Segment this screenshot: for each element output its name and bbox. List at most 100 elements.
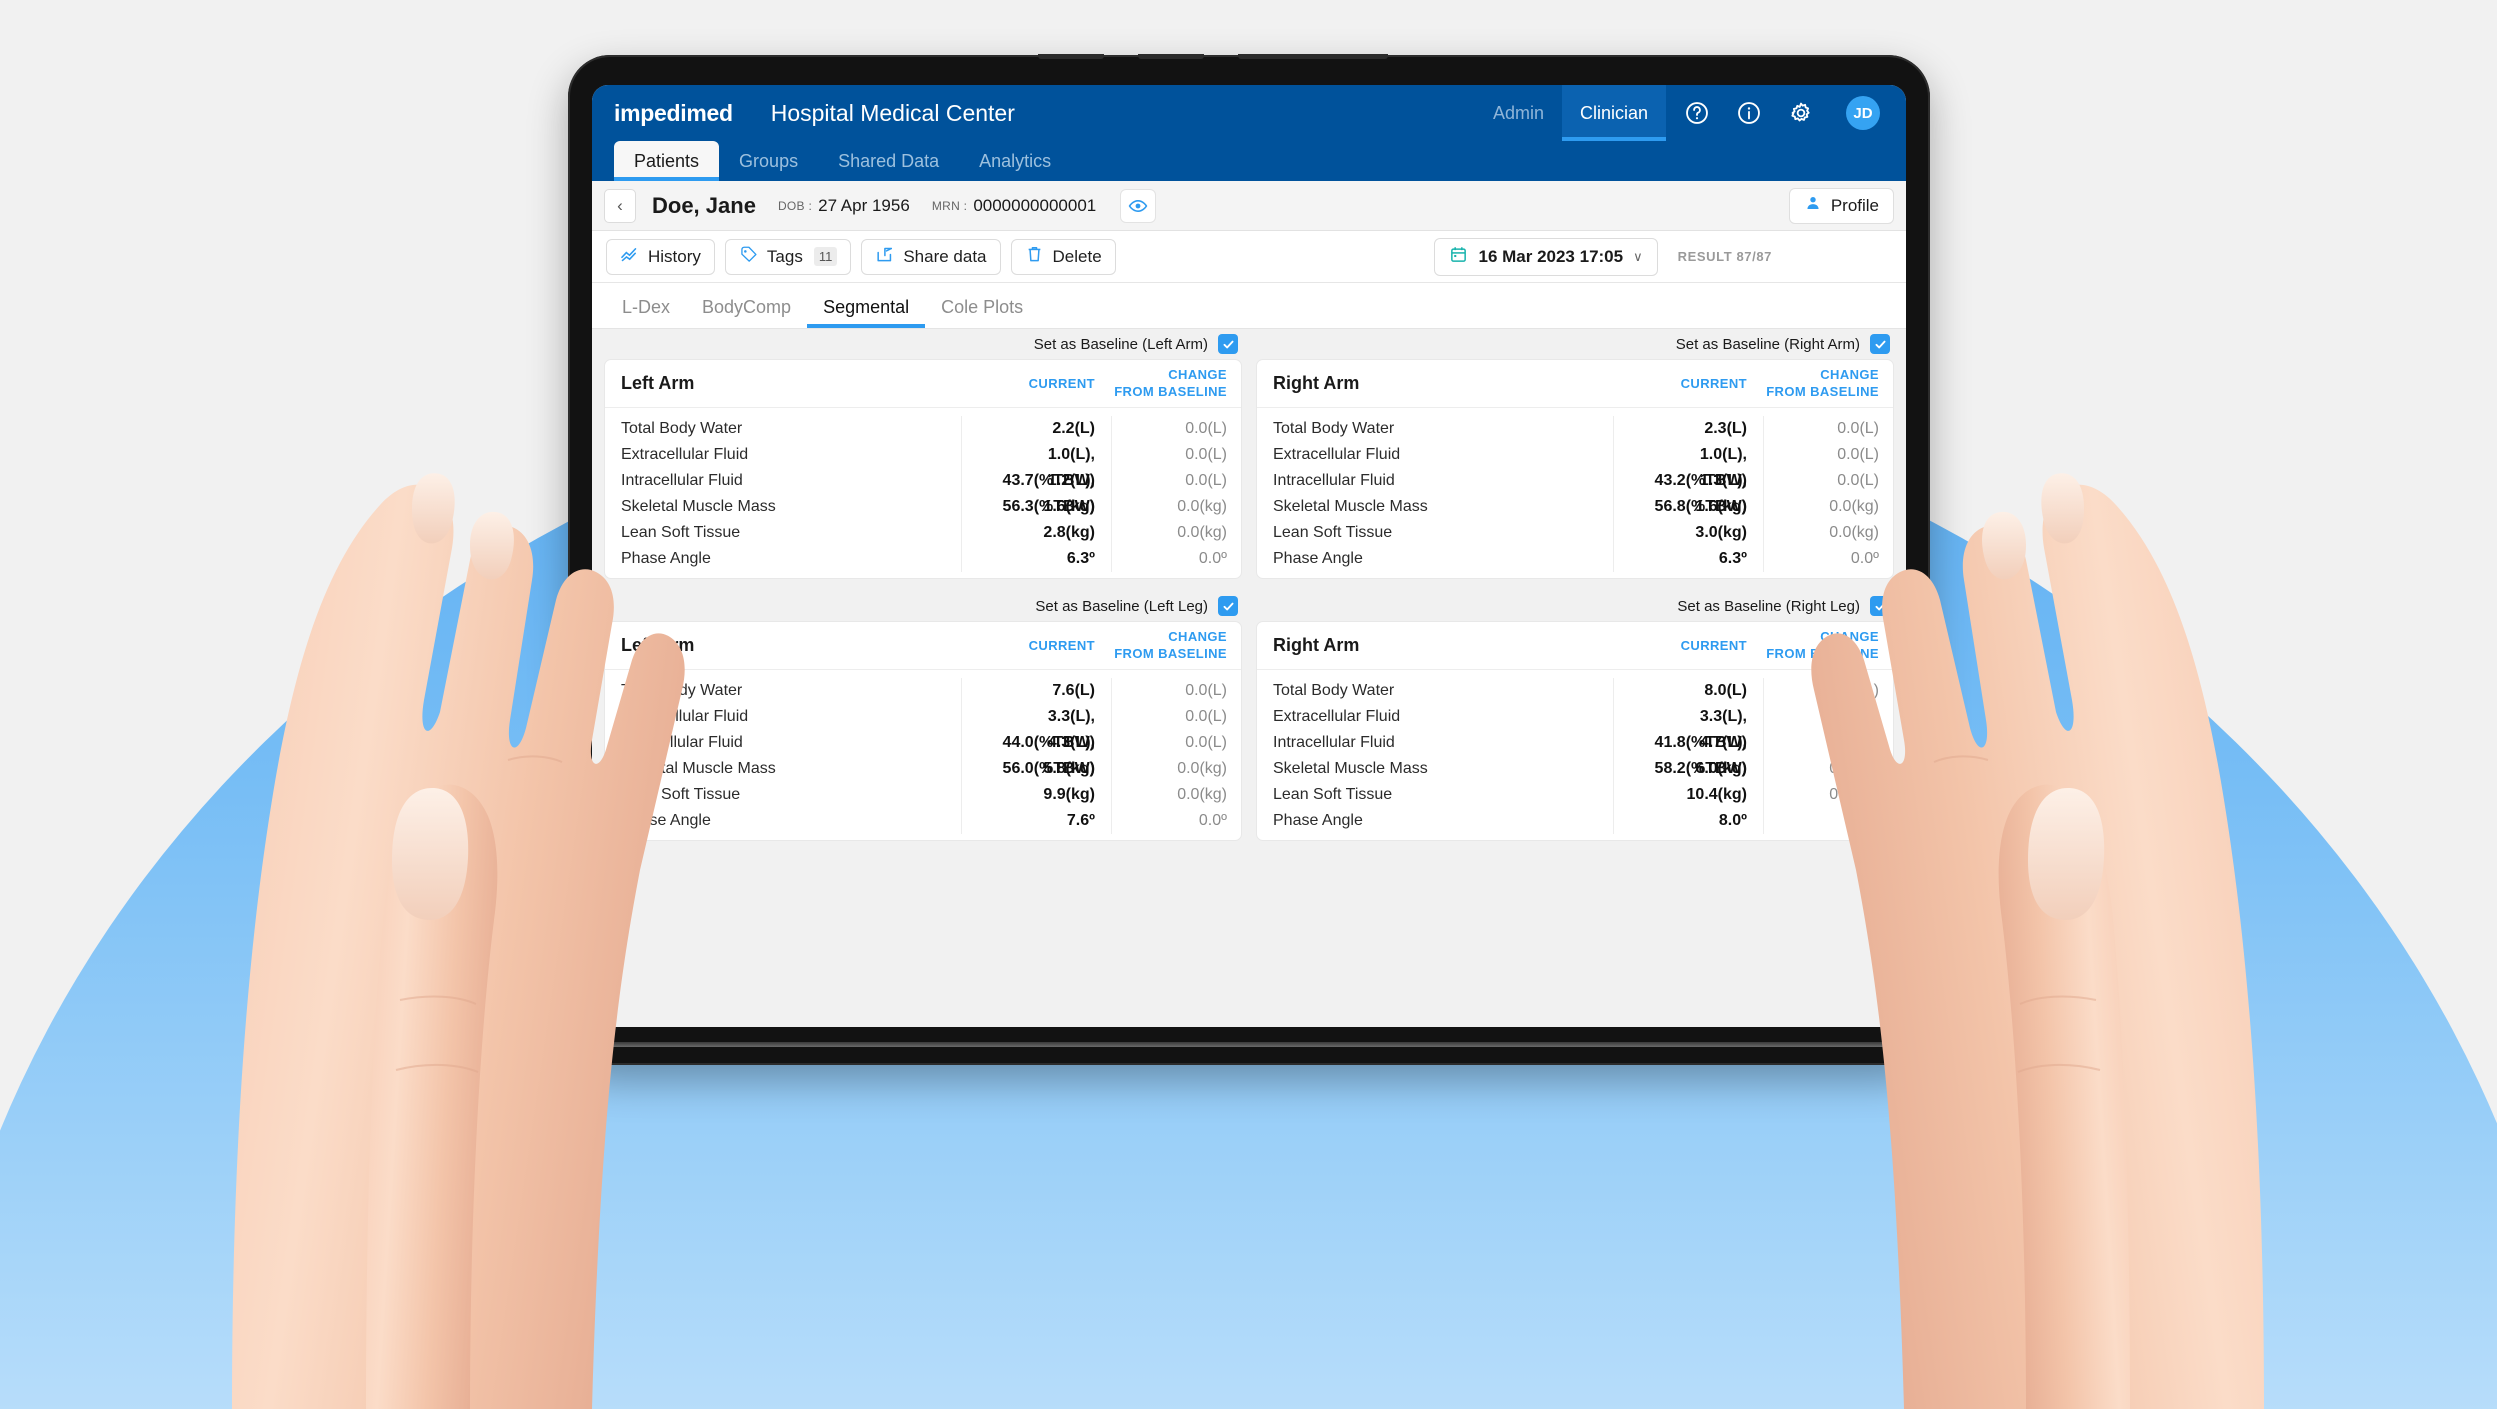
role-toggle-clinician[interactable]: Clinician <box>1561 85 1666 141</box>
info-circle-icon[interactable] <box>1728 92 1770 134</box>
share-data-button[interactable]: Share data <box>861 238 1001 275</box>
metric-change: 0.0(kg) <box>1763 520 1893 546</box>
dob-value: 27 Apr 1956 <box>818 195 910 215</box>
tab-patients[interactable]: Patients <box>614 141 720 181</box>
eye-icon[interactable] <box>1120 188 1157 223</box>
table-row: Skeletal Muscle Mass 5.8(kg) 0.0(kg) <box>605 756 1241 782</box>
tab-groups[interactable]: Groups <box>719 141 818 181</box>
column-header-change: CHANGE FROM BASELINE <box>1111 367 1241 400</box>
card-header: Right Arm CURRENT CHANGE FROM BASELINE <box>1257 622 1893 670</box>
metric-change: 0.0º <box>1763 546 1893 572</box>
metric-label: Skeletal Muscle Mass <box>1273 760 1428 777</box>
measurement-date-dropdown[interactable]: 16 Mar 2023 17:05 ∨ <box>1434 237 1658 276</box>
metric-change: 0.0º <box>1111 808 1241 834</box>
measurement-date-value: 16 Mar 2023 17:05 <box>1478 246 1624 266</box>
segment-card: Right Arm CURRENT CHANGE FROM BASELINE T… <box>1256 621 1894 841</box>
table-row: Phase Angle 8.0º 0.0º <box>1257 808 1893 834</box>
table-row: Lean Soft Tissue 10.4(kg) 0.0(kg) <box>1257 782 1893 808</box>
person-icon <box>1804 194 1822 217</box>
metric-change: 0.0(L) <box>1763 416 1893 442</box>
baseline-row: Set as Baseline (Left Leg) <box>604 591 1242 621</box>
avatar[interactable]: JD <box>1846 96 1880 130</box>
metric-change: 0.0(kg) <box>1763 782 1893 808</box>
metric-label: Phase Angle <box>621 550 711 567</box>
profile-button[interactable]: Profile <box>1788 187 1894 224</box>
metric-change: 0.0º <box>1111 546 1241 572</box>
tab-segmental[interactable]: Segmental <box>807 297 925 328</box>
metric-label: Intracellular Fluid <box>1273 734 1395 751</box>
baseline-checkbox[interactable] <box>1870 334 1890 354</box>
column-header-current: CURRENT <box>1680 376 1747 391</box>
table-row: Total Body Water 7.6(L) 0.0(L) <box>605 678 1241 704</box>
table-row: Phase Angle 6.3º 0.0º <box>605 546 1241 572</box>
card-body: Total Body Water 7.6(L) 0.0(L) Extracellul… <box>605 670 1241 840</box>
gear-icon[interactable] <box>1780 92 1822 134</box>
change-line-2: FROM BASELINE <box>1114 383 1227 399</box>
help-circle-icon[interactable] <box>1676 92 1718 134</box>
app-header: impedimed Hospital Medical Center Admin … <box>592 85 1906 141</box>
table-row: Intracellular Fluid 4.3(L), 56.0(%TBW) 0.0… <box>605 730 1241 777</box>
metric-label: Total Body Water <box>1273 420 1395 437</box>
segment-row-legs: Set as Baseline (Left Leg) Left Arm CURR… <box>604 591 1894 841</box>
metric-current: 10.4(kg) <box>1613 782 1763 808</box>
tab-cole-plots[interactable]: Cole Plots <box>925 297 1039 328</box>
brand-logo[interactable]: impedimed <box>614 100 733 127</box>
segment-card-right-arm: Set as Baseline (Right Arm) Right Arm CU… <box>1256 329 1894 579</box>
card-header: Left Arm CURRENT CHANGE FROM BASELINE <box>605 622 1241 670</box>
profile-button-label: Profile <box>1830 195 1879 215</box>
change-line-2: FROM BASELINE <box>1766 645 1879 661</box>
role-toggle-admin[interactable]: Admin <box>1475 85 1562 141</box>
metric-current: 1.2(L), 56.3(%TBW) <box>961 468 1111 515</box>
back-button[interactable]: ‹ <box>604 188 636 223</box>
table-row: Phase Angle 7.6º 0.0º <box>605 808 1241 834</box>
column-header-current: CURRENT <box>1680 638 1747 653</box>
metric-label: Phase Angle <box>1273 812 1363 829</box>
delete-button[interactable]: Delete <box>1010 238 1116 275</box>
metric-label: Total Body Water <box>1273 682 1395 699</box>
baseline-label: Set as Baseline (Right Arm) <box>1675 335 1860 353</box>
table-row: Total Body Water 2.3(L) 0.0(L) <box>1257 416 1893 442</box>
tab-bodycomp[interactable]: BodyComp <box>686 297 807 328</box>
metric-current: 1.3(L), 56.8(%TBW) <box>1613 468 1763 515</box>
card-header: Left Arm CURRENT CHANGE FROM BASELINE <box>605 360 1241 408</box>
header-right-group: Admin Clinician JD <box>1475 85 1884 141</box>
metric-label: Phase Angle <box>621 812 711 829</box>
history-button-label: History <box>648 246 701 266</box>
change-line-1: CHANGE <box>1168 629 1227 645</box>
metric-label: Phase Angle <box>1273 550 1363 567</box>
segment-card-left-leg: Set as Baseline (Left Leg) Left Arm CURR… <box>604 591 1242 841</box>
tags-button[interactable]: Tags 11 <box>724 238 852 275</box>
baseline-label: Set as Baseline (Right Leg) <box>1677 597 1860 615</box>
baseline-checkbox[interactable] <box>1218 596 1238 616</box>
history-button[interactable]: History <box>606 238 715 275</box>
tab-shared-data[interactable]: Shared Data <box>818 141 959 181</box>
metric-current: 4.3(L), 56.0(%TBW) <box>961 730 1111 777</box>
tab-analytics[interactable]: Analytics <box>959 141 1071 181</box>
table-row: Lean Soft Tissue 2.8(kg) 0.0(kg) <box>605 520 1241 546</box>
tab-l-dex[interactable]: L-Dex <box>606 297 686 328</box>
table-row: Extracellular Fluid 1.0(L), 43.7(%TBW) 0.0… <box>605 442 1241 489</box>
baseline-checkbox[interactable] <box>1218 334 1238 354</box>
metric-label: Extracellular Fluid <box>621 708 749 725</box>
table-row: Skeletal Muscle Mass 1.6(kg) 0.0(kg) <box>605 494 1241 520</box>
metric-change: 0.0(L) <box>1111 468 1241 494</box>
result-count: RESULT 87/87 <box>1677 249 1772 264</box>
table-row: Skeletal Muscle Mass 6.0(kg) 0.0(kg) <box>1257 756 1893 782</box>
metric-label: Lean Soft Tissue <box>1273 524 1393 541</box>
metric-label: Intracellular Fluid <box>1273 472 1395 489</box>
view-tabs: L-Dex BodyComp Segmental Cole Plots <box>592 283 1906 329</box>
metric-change: 0.0(L) <box>1763 704 1893 730</box>
metric-current: 6.3º <box>961 546 1111 572</box>
table-row: Phase Angle 6.3º 0.0º <box>1257 546 1893 572</box>
trash-icon <box>1025 245 1044 269</box>
table-row: Intracellular Fluid 1.2(L), 56.3(%TBW) 0.0… <box>605 468 1241 515</box>
baseline-checkbox[interactable] <box>1870 596 1890 616</box>
change-line-2: FROM BASELINE <box>1766 383 1879 399</box>
metric-change: 0.0(L) <box>1763 678 1893 704</box>
tags-count-badge: 11 <box>813 247 838 266</box>
segment-card-left-arm: Set as Baseline (Left Arm) Left Arm CURR… <box>604 329 1242 579</box>
metric-current: 2.8(kg) <box>961 520 1111 546</box>
metric-current: 1.6(kg) <box>1613 494 1763 520</box>
metric-label: Extracellular Fluid <box>1273 446 1401 463</box>
metric-label: Intracellular Fluid <box>621 472 743 489</box>
